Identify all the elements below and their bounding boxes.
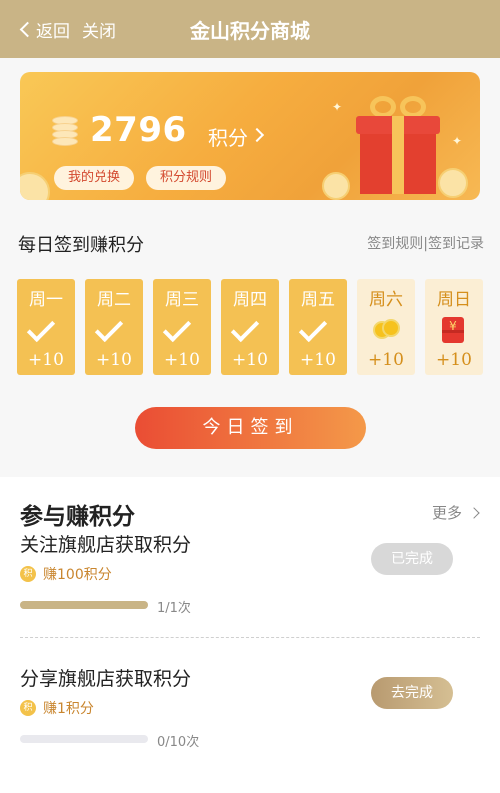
sparkle-icon: ✦ bbox=[452, 134, 463, 148]
task-divider bbox=[20, 637, 480, 638]
coin-stack-icon bbox=[52, 116, 78, 146]
day-label: 周二 bbox=[97, 290, 131, 310]
day-points: +10 bbox=[96, 350, 132, 370]
progress-text: 0/10次 bbox=[157, 735, 200, 750]
tasks-title: 参与赚积分 bbox=[20, 504, 135, 530]
task-reward: 积 赚100积分 bbox=[20, 564, 112, 584]
my-exchange-button[interactable]: 我的兑换 bbox=[54, 166, 134, 190]
task-name: 关注旗舰店获取积分 bbox=[20, 534, 192, 556]
day-label: 周六 bbox=[369, 290, 403, 310]
decorative-coin-icon bbox=[438, 168, 468, 198]
points-unit[interactable]: 积分 bbox=[208, 122, 248, 151]
progress-text: 1/1次 bbox=[157, 601, 191, 616]
points-value[interactable]: 2796 bbox=[90, 110, 187, 150]
checkin-title: 每日签到赚积分 bbox=[18, 235, 144, 256]
progress-fill bbox=[20, 601, 148, 609]
task-progress-bar bbox=[20, 601, 148, 609]
task-go-complete-button[interactable]: 去完成 bbox=[371, 677, 453, 709]
day-card-sunday[interactable]: 周日 ¥ +10 bbox=[425, 279, 483, 375]
points-rules-button[interactable]: 积分规则 bbox=[146, 166, 226, 190]
day-card-wednesday[interactable]: 周三 +10 bbox=[153, 279, 211, 375]
task-name: 分享旗舰店获取积分 bbox=[20, 668, 192, 690]
points-badge-icon: 积 bbox=[20, 566, 36, 582]
day-label: 周四 bbox=[233, 290, 267, 310]
page-title: 金山积分商城 bbox=[190, 19, 310, 43]
day-points: +10 bbox=[232, 350, 268, 370]
checkin-today-button[interactable]: 今日签到 bbox=[135, 407, 366, 449]
points-banner: 2796 积分 我的兑换 积分规则 ✦ ✦ bbox=[20, 72, 480, 200]
checkin-records-link[interactable]: 签到记录 bbox=[428, 236, 484, 252]
checkin-links: 签到规则|签到记录 bbox=[367, 233, 484, 253]
reward-text: 赚100积分 bbox=[43, 567, 112, 583]
decorative-coin-icon bbox=[20, 172, 50, 200]
coins-icon bbox=[373, 319, 400, 339]
day-label: 周五 bbox=[301, 290, 335, 310]
day-points: +10 bbox=[436, 350, 472, 370]
sparkle-icon: ✦ bbox=[332, 100, 343, 114]
more-tasks-link[interactable]: 更多 bbox=[431, 502, 480, 523]
day-points: +10 bbox=[368, 350, 404, 370]
day-points: +10 bbox=[164, 350, 200, 370]
day-points: +10 bbox=[300, 350, 336, 370]
day-card-friday[interactable]: 周五 +10 bbox=[289, 279, 347, 375]
task-completed-button[interactable]: 已完成 bbox=[371, 543, 453, 575]
decorative-coin-icon bbox=[322, 172, 350, 200]
chevron-right-icon bbox=[468, 506, 480, 519]
earn-points-section: 参与赚积分 更多 关注旗舰店获取积分 积 赚100积分 1/1次 已完成 分享旗… bbox=[0, 477, 500, 793]
day-label: 周一 bbox=[29, 290, 63, 310]
red-envelope-icon: ¥ bbox=[442, 317, 464, 343]
day-card-saturday[interactable]: 周六 +10 bbox=[357, 279, 415, 375]
check-icon bbox=[298, 313, 328, 343]
day-label: 周三 bbox=[165, 290, 199, 310]
top-nav-bar: 返回 关闭 金山积分商城 bbox=[0, 0, 500, 58]
chevron-right-icon[interactable] bbox=[249, 127, 265, 143]
check-icon bbox=[26, 313, 56, 343]
day-card-tuesday[interactable]: 周二 +10 bbox=[85, 279, 143, 375]
check-icon bbox=[162, 313, 192, 343]
check-icon bbox=[230, 313, 260, 343]
gift-box-icon bbox=[356, 96, 440, 194]
day-card-monday[interactable]: 周一 +10 bbox=[17, 279, 75, 375]
checkin-rules-link[interactable]: 签到规则 bbox=[367, 236, 423, 252]
task-progress-bar bbox=[20, 735, 148, 743]
points-badge-icon: 积 bbox=[20, 700, 36, 716]
day-points: +10 bbox=[28, 350, 64, 370]
task-reward: 积 赚1积分 bbox=[20, 698, 94, 718]
day-card-thursday[interactable]: 周四 +10 bbox=[221, 279, 279, 375]
check-icon bbox=[94, 313, 124, 343]
reward-text: 赚1积分 bbox=[43, 701, 94, 717]
more-label: 更多 bbox=[431, 504, 462, 522]
day-label: 周日 bbox=[437, 290, 471, 310]
